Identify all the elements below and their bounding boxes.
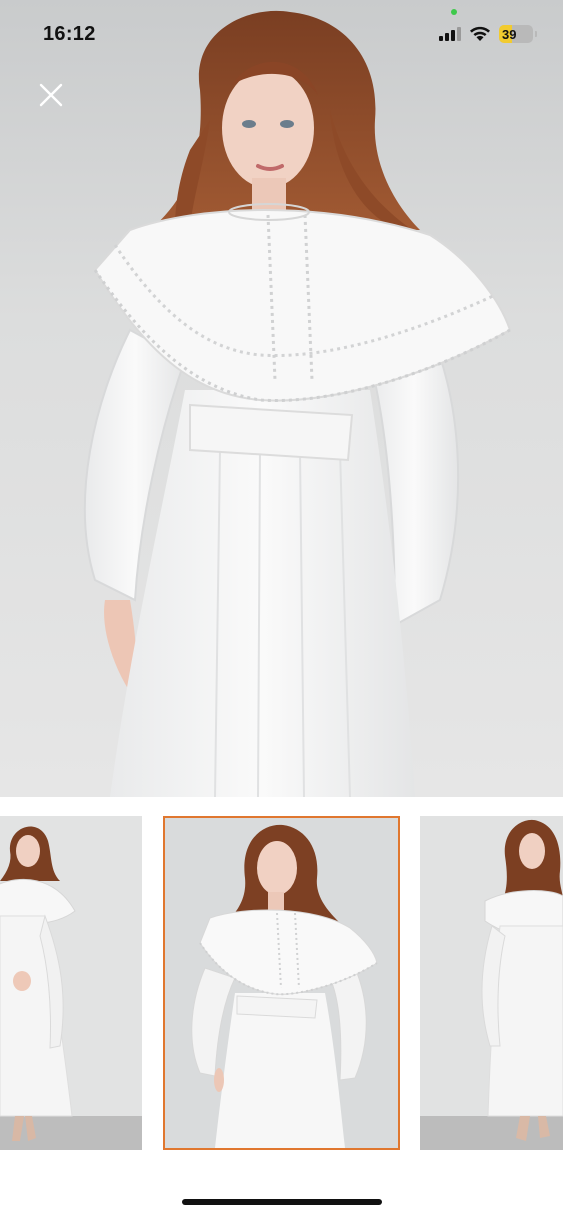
signal-icon	[439, 27, 461, 41]
battery-icon: 39	[499, 25, 533, 43]
battery-level: 39	[502, 26, 517, 42]
battery-cap	[535, 31, 537, 37]
thumbnail-1-image	[0, 816, 142, 1150]
thumbnail-3[interactable]	[420, 816, 563, 1150]
status-time: 16:12	[43, 22, 96, 45]
main-product-illustration	[83, 10, 512, 797]
thumbnail-3-image	[420, 816, 563, 1150]
camera-indicator-dot	[451, 9, 457, 15]
home-indicator[interactable]	[182, 1199, 382, 1205]
close-button[interactable]	[34, 78, 68, 112]
wifi-icon	[470, 26, 490, 41]
status-bar: 16:12 39	[0, 0, 563, 64]
thumbnail-strip	[0, 816, 563, 1154]
thumbnail-2-image	[165, 818, 398, 1148]
close-icon	[39, 83, 63, 107]
thumbnail-1[interactable]	[0, 816, 142, 1150]
status-icons: 39	[439, 25, 537, 43]
thumbnail-2-selected[interactable]	[163, 816, 400, 1150]
main-product-image[interactable]	[0, 0, 563, 797]
